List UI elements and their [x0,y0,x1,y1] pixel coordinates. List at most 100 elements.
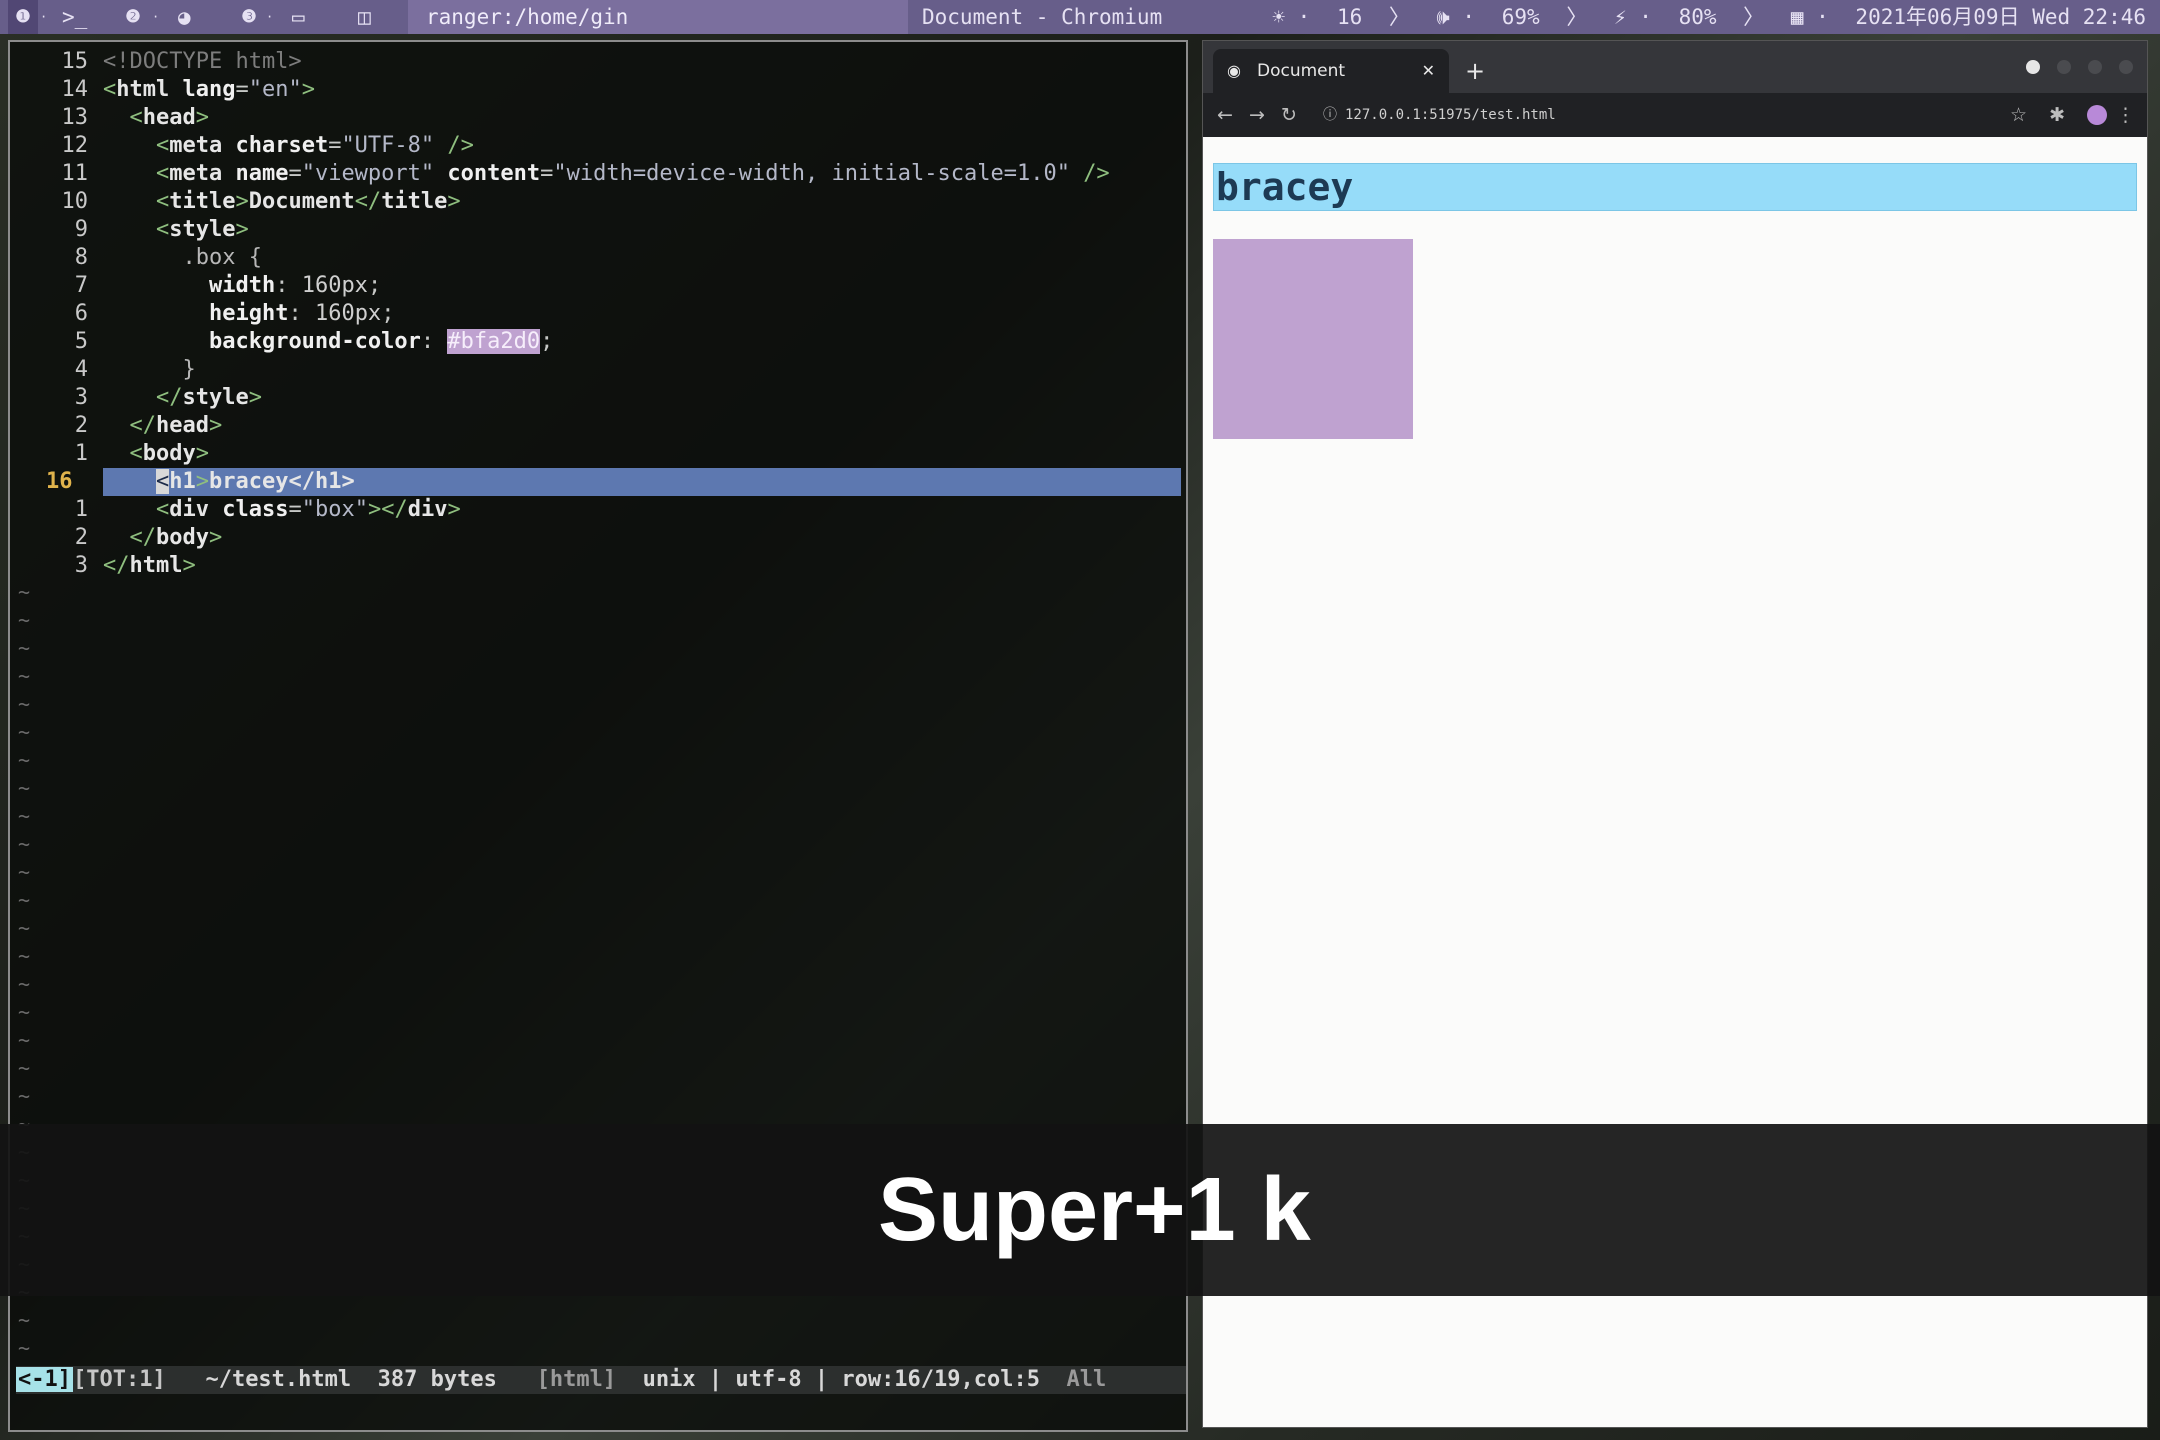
star-icon[interactable]: ☆ [2010,93,2027,137]
tilde-marker: ~ [18,720,31,744]
code-line[interactable]: 6 height: 160px; [10,300,1182,328]
code-line[interactable]: 16 <h1>bracey</h1> [10,468,1182,496]
code-line[interactable]: 9 <style> [10,216,1182,244]
tilde-marker: ~ [18,1336,31,1360]
code-text[interactable]: </body> [103,524,223,552]
tilde-marker: ~ [18,1056,31,1080]
status-mode: <-1] [16,1367,73,1392]
chevron-icon: 〉 [1388,5,1410,29]
address-bar[interactable]: 127.0.0.1:51975/test.html [1345,93,1556,137]
code-text[interactable]: <!DOCTYPE html> [103,48,302,76]
code-text[interactable]: height: 160px; [103,300,394,328]
code-line[interactable]: 7 width: 160px; [10,272,1182,300]
code-text[interactable]: width: 160px; [103,272,381,300]
battery-value: 80% [1678,5,1717,29]
brightness-icon: ☀ · [1272,5,1311,29]
code-text[interactable]: </html> [103,552,196,580]
maximize-button[interactable] [2087,60,2102,74]
tilde-marker: ~ [18,776,31,800]
code-line[interactable]: 10 <title>Document</title> [10,188,1182,216]
line-number: 3 [74,385,88,410]
code-line[interactable]: 12 <meta charset="UTF-8" /> [10,132,1182,160]
forward-icon[interactable]: → [1249,93,1265,137]
chevron-icon-3: 〉 [1743,5,1765,29]
code-text[interactable]: <title>Document</title> [103,188,461,216]
info-icon[interactable]: ⓘ [1323,93,1337,137]
window-controls [2014,59,2133,78]
line-number: 4 [74,357,88,382]
status-filetype: [html] [536,1367,617,1392]
tilde-marker: ~ [18,860,31,884]
line-number: 12 [61,133,89,158]
chromium-icon[interactable]: ◕ [178,0,208,34]
minimize-button[interactable] [2056,60,2071,74]
status-file: ~/test.html [205,1367,352,1392]
ranger-title[interactable]: ranger:/home/gin [408,0,908,34]
keystroke-text: Super+1 k [878,1160,1311,1260]
code-line[interactable]: 2 </body> [10,524,1182,552]
code-line[interactable]: 8 .box { [10,244,1182,272]
back-icon[interactable]: ← [1217,93,1233,137]
tilde-marker: ~ [18,1084,31,1108]
status-encoding: utf-8 [735,1367,802,1392]
purple-box [1213,239,1413,439]
battery-icon: ⚡ · [1613,5,1652,29]
code-line[interactable]: 15 <!DOCTYPE html> [10,48,1182,76]
code-line[interactable]: 2 </head> [10,412,1182,440]
window-title: Document - Chromium [922,5,1163,29]
workspace-1[interactable]: ❶ [8,0,38,34]
close-window-button[interactable] [2119,60,2133,74]
tilde-marker: ~ [18,636,31,660]
code-text[interactable]: } [103,356,195,384]
code-line[interactable]: 4 } [10,356,1182,384]
tilde-marker: ~ [18,748,31,772]
code-text[interactable]: <h1>bracey</h1> [103,468,355,496]
status-tot: [TOT:1] [72,1367,166,1392]
avatar[interactable] [2087,105,2107,125]
code-text[interactable]: <meta charset="UTF-8" /> [103,132,474,160]
tilde-marker: ~ [18,608,31,632]
record-icon[interactable] [2025,60,2040,74]
code-text[interactable]: </head> [103,412,223,440]
new-tab-button[interactable]: + [1465,49,1485,93]
code-text[interactable]: <meta name="viewport" content="width=dev… [103,160,1110,188]
separator-dot-3: · [266,10,274,24]
tilde-marker: ~ [18,1028,31,1052]
status-area: ☀ · 16 〉 🕪 · 69% 〉 ⚡ · 80% 〉 ▦ · 2021年06… [1258,0,2146,34]
status-position: row:16/19,col:5 [841,1367,1041,1392]
close-icon[interactable]: ✕ [1422,49,1435,93]
code-line[interactable]: 1 <div class="box"></div> [10,496,1182,524]
code-line[interactable]: 5 background-color: #bfa2d0; [10,328,1182,356]
code-line[interactable]: 3 </html> [10,552,1182,580]
reload-icon[interactable]: ↻ [1281,93,1297,137]
line-number: 3 [74,553,88,578]
code-line[interactable]: 11 <meta name="viewport" content="width=… [10,160,1182,188]
globe-icon: ◉ [1227,61,1241,80]
code-text[interactable]: <style> [103,216,249,244]
layout-icon[interactable]: ◫ [358,0,388,34]
menu-icon[interactable]: ⋮ [2116,93,2135,137]
code-text[interactable]: <head> [103,104,209,132]
extensions-icon[interactable]: ✱ [2049,93,2065,137]
code-line[interactable]: 14 <html lang="en"> [10,76,1182,104]
editor-status-bar: <-1][TOT:1] ~/test.html 387 bytes [html]… [16,1366,1186,1394]
line-number: 11 [61,161,89,186]
terminal-icon[interactable]: >_ [62,0,102,34]
workspace-3[interactable]: ❸ [234,0,264,34]
code-text[interactable]: <div class="box"></div> [103,496,461,524]
line-number: 2 [74,413,88,438]
code-text[interactable]: background-color: #bfa2d0; [103,328,553,356]
line-number: 15 [61,49,89,74]
code-text[interactable]: .box { [103,244,261,272]
code-line[interactable]: 1 <body> [10,440,1182,468]
monitor-icon[interactable]: ▭ [292,0,326,34]
code-line[interactable]: 3 </style> [10,384,1182,412]
workspace-2[interactable]: ❷ [118,0,148,34]
tab-document[interactable]: ◉ Document ✕ [1213,49,1449,93]
code-text[interactable]: <html lang="en"> [103,76,315,104]
code-line[interactable]: 13 <head> [10,104,1182,132]
volume-icon: 🕪 · [1436,5,1476,29]
tilde-marker: ~ [18,692,31,716]
code-text[interactable]: </style> [103,384,262,412]
code-text[interactable]: <body> [103,440,209,468]
